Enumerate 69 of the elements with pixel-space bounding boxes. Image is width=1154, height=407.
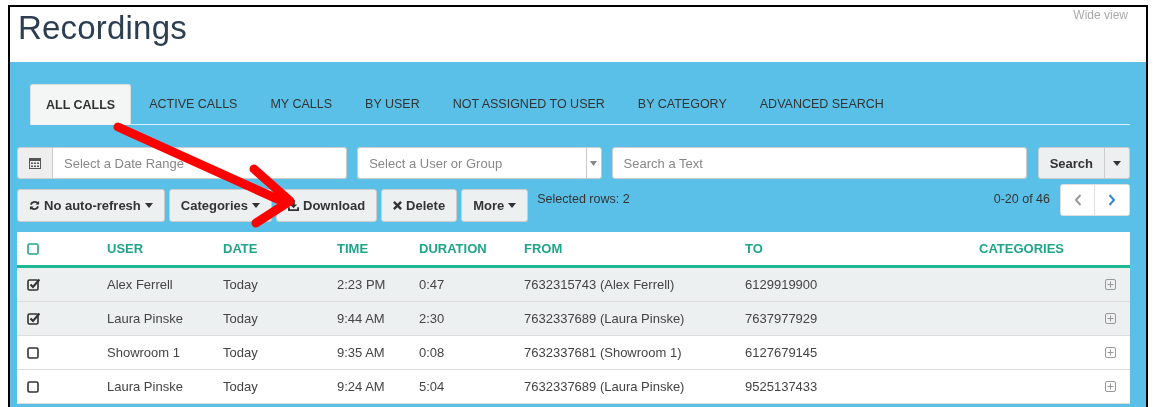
page-title: Recordings — [18, 9, 187, 47]
expand-icon — [1104, 381, 1116, 392]
chevron-right-icon — [1108, 193, 1116, 206]
refresh-icon — [29, 200, 40, 211]
table-cell-text: 7632315743 (Alex Ferrell) — [524, 277, 676, 292]
table-cell-text: Today — [223, 379, 259, 394]
table-cell-text: Today — [223, 345, 259, 360]
table-row[interactable]: Laura Pinske Today 9:44 AM 2:30 7632337689 (Laura Pinske) 7637977929 — [17, 302, 1130, 336]
table-cell-text: 9:35 AM — [337, 345, 386, 360]
tab[interactable]: BY CATEGORY — [622, 84, 742, 124]
table-cell-text: 9:44 AM — [337, 311, 386, 326]
tab[interactable]: MY CALLS — [255, 84, 348, 124]
date-range-field[interactable]: Select a Date Range — [53, 147, 348, 179]
selected-rows-count: Selected rows: 2 — [537, 191, 630, 206]
checkbox[interactable] — [27, 278, 40, 291]
refresh-button[interactable]: No auto-refresh — [17, 189, 165, 222]
table-row[interactable]: Laura Pinske Today 9:24 AM 5:04 7632337689 (Laura Pinske) 9525137433 — [17, 370, 1130, 404]
table-cell-text: Showroom 1 — [107, 345, 181, 360]
pagination-range: 0-20 of 46 — [993, 191, 1050, 206]
table-cell-text: 2:30 — [419, 311, 446, 326]
calendar-addon[interactable] — [17, 147, 53, 179]
table-cell-text: 5:04 — [419, 379, 446, 394]
search-button[interactable]: Search — [1037, 147, 1105, 179]
table-cell-text: 6127679145 — [745, 345, 819, 360]
caret-icon — [144, 203, 153, 208]
table-cell-text: 0:47 — [419, 277, 446, 292]
table-cell-text: 0:08 — [419, 345, 446, 360]
checkbox[interactable] — [27, 242, 40, 255]
tab[interactable]: ALL CALLS — [30, 84, 132, 125]
table-cell-text: 7637977929 — [745, 311, 819, 326]
table-cell-text: Today — [223, 277, 259, 292]
table-cell-text: 9525137433 — [745, 379, 819, 394]
search-text-field[interactable]: Search a Text — [611, 147, 1027, 179]
download-button[interactable]: Download — [276, 189, 378, 222]
tab[interactable]: ADVANCED SEARCH — [744, 84, 899, 124]
table-cell-text: Laura Pinske — [107, 311, 184, 326]
chevron-left-icon — [1073, 193, 1082, 206]
search-options-button[interactable] — [1105, 147, 1130, 179]
user-group-field[interactable]: Select a User or Group — [357, 147, 586, 179]
caret-icon — [1113, 160, 1121, 166]
checkbox[interactable] — [27, 380, 40, 393]
dropdown-button[interactable]: Categories — [168, 189, 272, 222]
table-row[interactable]: Alex Ferrell Today 2:23 PM 0:47 7632315743 (Alex Ferrell) 6129919900 — [17, 268, 1130, 302]
delete-button[interactable]: Delete — [381, 189, 458, 222]
table-cell-text: Today — [223, 311, 259, 326]
caret-icon — [590, 160, 598, 166]
expand-icon — [1104, 279, 1116, 290]
checkbox[interactable] — [27, 346, 40, 359]
table-cell-text: 7632337681 (Showroom 1) — [524, 345, 683, 360]
table-cell-text: 7632337689 (Laura Pinske) — [524, 311, 686, 326]
tab[interactable]: ACTIVE CALLS — [134, 84, 253, 124]
checkbox[interactable] — [27, 312, 40, 325]
expand-icon — [1104, 313, 1116, 324]
dropdown-button[interactable]: More — [461, 189, 529, 222]
expand-icon — [1104, 347, 1116, 358]
caret-icon — [252, 203, 260, 208]
table-row[interactable]: Showroom 1 Today 9:35 AM 0:08 7632337681 (Showroom 1) 6127679145 — [17, 336, 1130, 370]
caret-icon — [508, 203, 517, 208]
table-cell-text: Laura Pinske — [107, 379, 184, 394]
table-cell-text: Alex Ferrell — [107, 277, 174, 292]
tab[interactable]: NOT ASSIGNED TO USER — [437, 84, 620, 124]
close-icon — [393, 201, 403, 210]
download-icon — [288, 200, 299, 211]
table-cell-text: 2:23 PM — [337, 277, 387, 292]
table-cell-text: 6129919900 — [745, 277, 819, 292]
table-cell-text: 7632337689 (Laura Pinske) — [524, 379, 686, 394]
tab[interactable]: BY USER — [350, 84, 435, 124]
table-cell-text: 9:24 AM — [337, 379, 386, 394]
calendar-icon — [29, 157, 41, 169]
